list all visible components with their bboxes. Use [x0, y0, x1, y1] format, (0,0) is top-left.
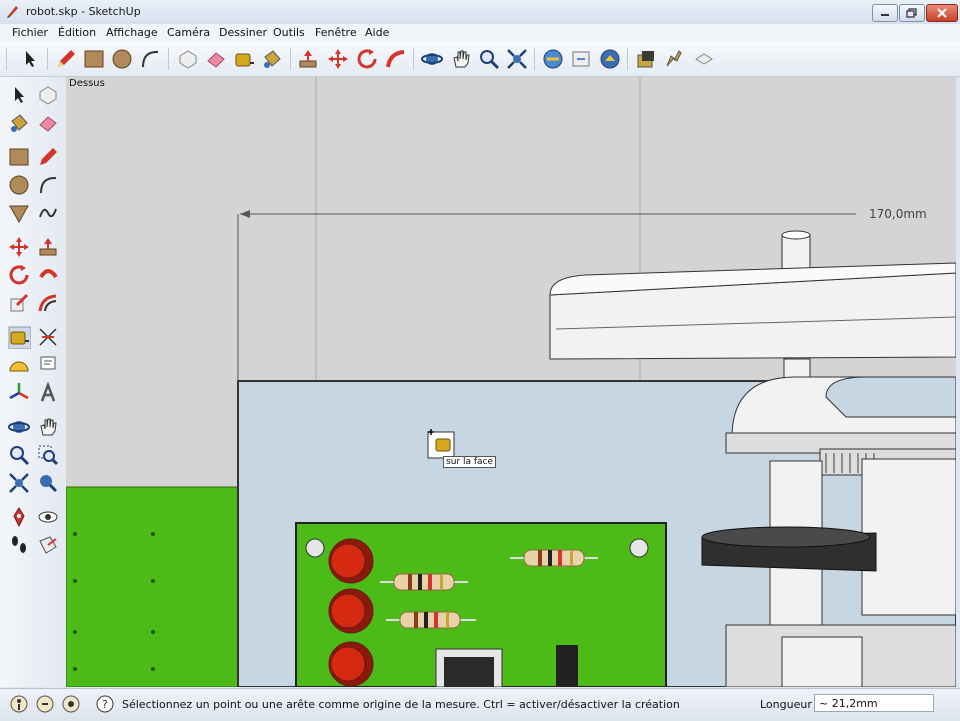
model-scene[interactable] — [66, 77, 956, 687]
rotate-icon[interactable] — [7, 263, 31, 287]
dimension-label[interactable]: 170,0mm — [866, 207, 930, 221]
credits-icon[interactable] — [36, 695, 54, 713]
view-label: Dessus — [69, 78, 105, 89]
zoom-window-icon[interactable] — [36, 443, 60, 467]
eraser-icon[interactable] — [204, 47, 228, 71]
share-model-icon[interactable] — [569, 47, 593, 71]
move-icon[interactable] — [326, 47, 350, 71]
menu-fichier[interactable]: Fichier — [12, 26, 48, 39]
status-bar: ? Sélectionnez un point ou une arête com… — [0, 688, 960, 721]
tape-measure-icon[interactable] — [7, 325, 31, 349]
maximize-button[interactable] — [899, 4, 925, 22]
close-button[interactable] — [926, 4, 958, 22]
sketchup-app-icon — [7, 6, 18, 18]
paint-bucket-icon[interactable] — [7, 111, 31, 135]
circle-icon[interactable] — [110, 47, 134, 71]
menu-outils[interactable]: Outils — [273, 26, 305, 39]
select-icon[interactable] — [7, 83, 31, 107]
menu-fenetre[interactable]: Fenêtre — [315, 26, 357, 39]
follow-me-icon[interactable] — [36, 263, 60, 287]
minimize-icon — [881, 14, 889, 16]
menu-bar: Fichier Édition Affichage Caméra Dessine… — [0, 24, 960, 42]
menu-dessiner[interactable]: Dessiner — [219, 26, 267, 39]
3d-viewport[interactable]: Dessus 170,0mm sur la face — [66, 77, 956, 687]
follow-me-icon[interactable] — [384, 47, 408, 71]
rotate-icon[interactable] — [355, 47, 379, 71]
rectangle-icon[interactable] — [82, 47, 106, 71]
scale-icon[interactable] — [7, 291, 31, 315]
status-message: Sélectionnez un point ou une arête comme… — [122, 698, 680, 711]
previous-view-icon[interactable] — [36, 471, 60, 495]
arc-icon[interactable] — [36, 173, 60, 197]
title-bar: robot.skp - SketchUp — [0, 0, 960, 25]
dimension-icon[interactable] — [36, 325, 60, 349]
line-icon[interactable] — [36, 145, 60, 169]
main-toolbar — [0, 42, 960, 77]
length-label: Longueur — [760, 698, 812, 711]
svg-text:?: ? — [102, 698, 108, 711]
rectangle-icon[interactable] — [7, 145, 31, 169]
geo-location-icon[interactable] — [10, 695, 28, 713]
user-icon[interactable] — [62, 695, 80, 713]
component-icon[interactable] — [634, 47, 658, 71]
push-pull-icon[interactable] — [36, 235, 60, 259]
paint-bucket-icon[interactable] — [260, 47, 284, 71]
zoom-icon[interactable] — [7, 443, 31, 467]
menu-edition[interactable]: Édition — [58, 26, 96, 39]
circle-icon[interactable] — [7, 173, 31, 197]
text-icon[interactable] — [36, 353, 60, 377]
zoom-icon[interactable] — [477, 47, 501, 71]
orbit-icon[interactable] — [420, 47, 444, 71]
push-pull-icon[interactable] — [296, 47, 320, 71]
polygon-icon[interactable] — [7, 201, 31, 225]
window-title: robot.skp - SketchUp — [26, 5, 141, 18]
tape-measure-icon[interactable] — [232, 47, 256, 71]
minimize-button[interactable] — [872, 4, 898, 22]
length-input[interactable]: ~ 21,2mm — [814, 694, 934, 712]
walk-icon[interactable] — [7, 533, 31, 557]
zoom-extents-icon[interactable] — [505, 47, 529, 71]
help-icon[interactable]: ? — [96, 695, 114, 713]
protractor-icon[interactable] — [7, 353, 31, 377]
arc-icon[interactable] — [138, 47, 162, 71]
menu-affichage[interactable]: Affichage — [106, 26, 158, 39]
restore-icon — [906, 8, 917, 18]
pencil-icon[interactable] — [54, 47, 78, 71]
extension-icon[interactable] — [598, 47, 622, 71]
offset-icon[interactable] — [36, 291, 60, 315]
get-models-icon[interactable] — [541, 47, 565, 71]
layer-icon[interactable] — [692, 47, 716, 71]
pan-icon[interactable] — [449, 47, 473, 71]
style-icon[interactable] — [662, 47, 686, 71]
menu-camera[interactable]: Caméra — [167, 26, 210, 39]
freehand-icon[interactable] — [36, 201, 60, 225]
move-icon[interactable] — [7, 235, 31, 259]
look-around-icon[interactable] — [36, 505, 60, 529]
close-icon — [937, 8, 947, 18]
3d-text-icon[interactable] — [36, 381, 60, 405]
eraser-icon[interactable] — [36, 111, 60, 135]
cursor-tooltip: sur la face — [443, 456, 496, 468]
select-icon[interactable] — [18, 47, 42, 71]
left-toolbar — [0, 77, 67, 687]
make-component-icon[interactable] — [36, 83, 60, 107]
pan-icon[interactable] — [36, 415, 60, 439]
axes-icon[interactable] — [7, 381, 31, 405]
section-plane-icon[interactable] — [36, 533, 60, 557]
orbit-icon[interactable] — [7, 415, 31, 439]
position-camera-icon[interactable] — [7, 505, 31, 529]
zoom-extents-icon[interactable] — [7, 471, 31, 495]
make-component-icon[interactable] — [176, 47, 200, 71]
menu-aide[interactable]: Aide — [365, 26, 389, 39]
